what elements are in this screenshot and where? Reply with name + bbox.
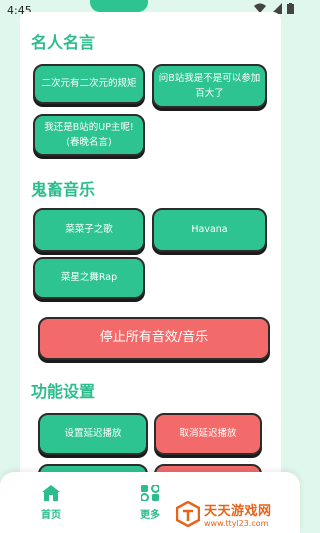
nav-item-home-label: 首页 <box>41 510 61 521</box>
content-card: 名人名言 二次元有二次元的规矩 问B站我是不是可以参加百大了 我还是B站的UP主… <box>20 12 281 533</box>
section-title-settings: 功能设置 <box>31 382 96 401</box>
section-title-quotes: 名人名言 <box>31 33 96 52</box>
cancel-delay-button-label: 取消延迟播放 <box>179 428 237 440</box>
section-title-music: 鬼畜音乐 <box>31 180 96 199</box>
music-button-1-label: 菜菜子之歌 <box>65 224 113 236</box>
logo-icon <box>176 500 200 527</box>
quote-button-1[interactable]: 二次元有二次元的规矩 <box>33 64 145 104</box>
quote-button-3-label: 我还是B站的UP主呢!(春晚名言) <box>44 121 134 148</box>
quote-button-2[interactable]: 问B站我是不是可以参加百大了 <box>152 64 267 108</box>
watermark-url: www.ttyl23.com <box>204 518 269 528</box>
stop-all-button-label: 停止所有音效/音乐 <box>99 330 209 346</box>
music-button-1[interactable]: 菜菜子之歌 <box>33 208 145 252</box>
watermark-title: 天天游戏网 <box>204 503 272 519</box>
watermark-text: 天天游戏网 www.ttyl23.com <box>204 500 272 528</box>
home-icon <box>42 485 60 501</box>
set-delay-button-label: 设置延迟播放 <box>64 428 122 440</box>
nav-item-more-label: 更多 <box>140 510 160 521</box>
nav-item-more[interactable]: 更多 <box>133 485 167 521</box>
top-green-tab <box>90 0 148 12</box>
watermark: 天天游戏网 www.ttyl23.com <box>176 494 300 533</box>
music-button-2[interactable]: Havana <box>152 208 267 252</box>
stop-all-button[interactable]: 停止所有音效/音乐 <box>38 317 270 360</box>
cancel-delay-button[interactable]: 取消延迟播放 <box>154 413 262 455</box>
music-button-2-label: Havana <box>191 224 228 236</box>
quote-button-3[interactable]: 我还是B站的UP主呢!(春晚名言) <box>33 114 145 156</box>
nav-item-home[interactable]: 首页 <box>34 485 68 521</box>
set-delay-button[interactable]: 设置延迟播放 <box>38 413 148 455</box>
music-button-3-label: 菜星之舞Rap <box>60 272 118 284</box>
music-button-3[interactable]: 菜星之舞Rap <box>33 257 145 299</box>
quote-button-2-label: 问B站我是不是可以参加百大了 <box>158 72 261 99</box>
more-icon <box>141 485 159 501</box>
quote-button-1-label: 二次元有二次元的规矩 <box>41 78 137 90</box>
battery-icon <box>287 3 294 14</box>
